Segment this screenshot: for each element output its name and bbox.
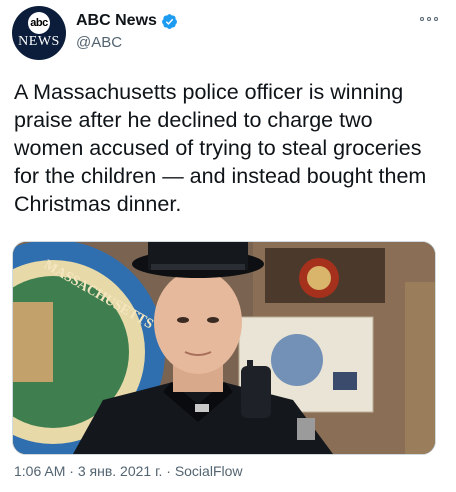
tweet-card: abc NEWS ABC News @ABC A Massachusetts p… xyxy=(0,0,456,492)
tweet-text: A Massachusetts police officer is winnin… xyxy=(14,80,427,216)
author-avatar[interactable]: abc NEWS xyxy=(12,6,66,60)
meta-separator: · xyxy=(65,463,78,479)
tweet-source[interactable]: SocialFlow xyxy=(175,463,243,479)
abc-logo-news: NEWS xyxy=(18,34,60,49)
tweet-media-photo[interactable]: MASSACHUSETTS xyxy=(12,241,436,455)
abc-logo: abc NEWS xyxy=(18,12,60,52)
tweet-date[interactable]: 3 янв. 2021 г. xyxy=(78,463,163,479)
tweet-meta: 1:06 AM · 3 янв. 2021 г. · SocialFlow xyxy=(14,463,243,479)
more-options-icon[interactable] xyxy=(420,14,438,24)
author-handle[interactable]: @ABC xyxy=(76,34,122,51)
verified-badge-icon xyxy=(161,13,177,29)
author-name-row: ABC News xyxy=(76,12,178,30)
author-display-name[interactable]: ABC News xyxy=(76,12,157,30)
officer-photo-image: MASSACHUSETTS xyxy=(13,242,435,454)
abc-logo-circle: abc xyxy=(28,12,50,34)
meta-separator-2: · xyxy=(162,463,175,479)
tweet-time[interactable]: 1:06 AM xyxy=(14,463,65,479)
